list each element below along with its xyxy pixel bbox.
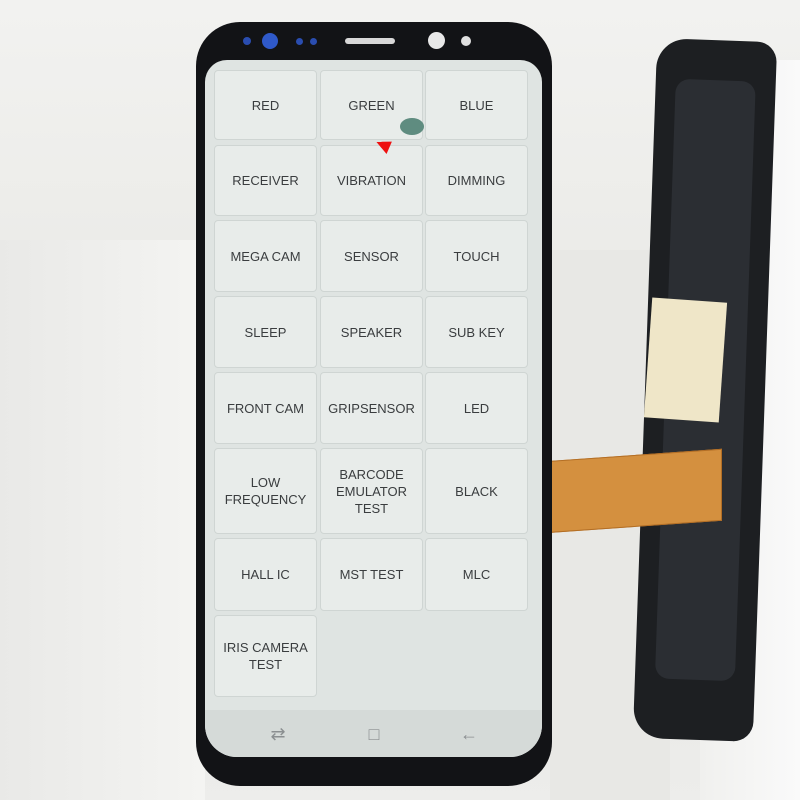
test-button-hall-ic[interactable]: HALL IC (214, 538, 317, 611)
test-button-sleep[interactable]: SLEEP (214, 296, 317, 368)
test-button-black[interactable]: BLACK (425, 448, 528, 534)
led-icon (461, 36, 471, 46)
test-button-red[interactable]: RED (214, 70, 317, 140)
test-button-mst-test[interactable]: MST TEST (320, 538, 423, 611)
test-button-barcode-emulator-test[interactable]: BARCODE EMULATOR TEST (320, 448, 423, 534)
test-button-speaker[interactable]: SPEAKER (320, 296, 423, 368)
test-button-sub-key[interactable]: SUB KEY (425, 296, 528, 368)
test-button-front-cam[interactable]: FRONT CAM (214, 372, 317, 444)
proximity-sensor-icon (428, 32, 445, 49)
foam-packaging-left (0, 240, 205, 800)
screen-smudge (400, 118, 424, 135)
test-button-low-frequency[interactable]: LOW FREQUENCY (214, 448, 317, 534)
back-arrow-icon[interactable]: ← (457, 722, 481, 746)
front-camera-icon (262, 33, 278, 49)
navigation-bar: ⇄ □ ← (205, 710, 542, 757)
test-button-vibration[interactable]: VIBRATION (320, 145, 423, 216)
test-button-iris-camera-test[interactable]: IRIS CAMERA TEST (214, 615, 317, 697)
test-button-gripsensor[interactable]: GRIPSENSOR (320, 372, 423, 444)
test-button-receiver[interactable]: RECEIVER (214, 145, 317, 216)
test-button-mega-cam[interactable]: MEGA CAM (214, 220, 317, 292)
test-button-mlc[interactable]: MLC (425, 538, 528, 611)
test-button-dimming[interactable]: DIMMING (425, 145, 528, 216)
iris-sensor-icon (243, 37, 251, 45)
test-button-touch[interactable]: TOUCH (425, 220, 528, 292)
flex-cable (545, 448, 722, 534)
test-button-blue[interactable]: BLUE (425, 70, 528, 140)
test-menu-screen: IRIS CAMERA TEST MLC MST TEST HALL IC BLACK B… (205, 60, 542, 757)
recents-icon[interactable]: ⇄ (266, 722, 290, 746)
sensor-dot-icon (310, 38, 317, 45)
test-button-led[interactable]: LED (425, 372, 528, 444)
sensor-dot-icon (296, 38, 303, 45)
earpiece-speaker (345, 38, 395, 44)
tape-label (643, 297, 728, 423)
home-icon[interactable]: □ (362, 722, 386, 746)
test-button-sensor[interactable]: SENSOR (320, 220, 423, 292)
